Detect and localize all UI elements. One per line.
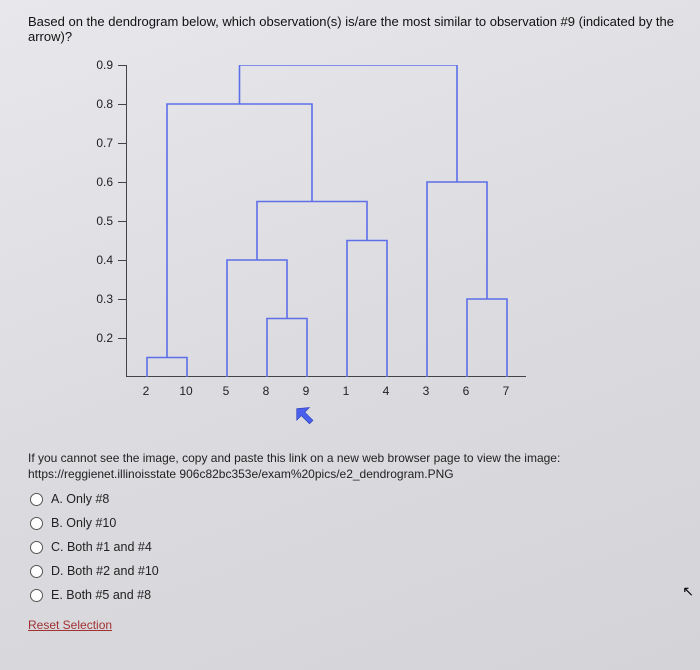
y-tick-label: 0.2 [96,331,113,345]
x-leaf-label: 2 [136,384,156,398]
x-leaf-label: 4 [376,384,396,398]
option-label: A. Only #8 [51,492,109,506]
option-label: D. Both #2 and #10 [51,564,159,578]
x-leaf-label: 1 [336,384,356,398]
option-label: E. Both #5 and #8 [51,588,151,602]
y-tick-label: 0.4 [96,253,113,267]
reset-selection-link[interactable]: Reset Selection [28,618,112,632]
x-leaf-label: 8 [256,384,276,398]
option-a[interactable]: A. Only #8 [30,492,682,506]
option-b[interactable]: B. Only #10 [30,516,682,530]
cursor-icon: ↖ [682,583,694,600]
option-c[interactable]: C. Both #1 and #4 [30,540,682,554]
x-leaf-label: 5 [216,384,236,398]
x-leaf-label: 6 [456,384,476,398]
plot-area [126,65,526,377]
radio-icon [30,493,43,506]
x-leaf-label: 3 [416,384,436,398]
radio-icon [30,589,43,602]
x-leaf-label: 10 [176,384,196,398]
option-d[interactable]: D. Both #2 and #10 [30,564,682,578]
radio-icon [30,517,43,530]
x-leaf-label: 9 [296,384,316,398]
y-tick-label: 0.6 [96,175,113,189]
image-fallback-hint: If you cannot see the image, copy and pa… [28,450,682,482]
x-leaf-label: 7 [496,384,516,398]
y-tick-label: 0.3 [96,292,113,306]
question-text: Based on the dendrogram below, which obs… [28,14,682,44]
y-tick-label: 0.7 [96,136,113,150]
option-e[interactable]: E. Both #5 and #8 [30,588,682,602]
y-tick-label: 0.9 [96,58,113,72]
dendrogram-chart: 0.90.80.70.60.50.40.30.2 21058914367 [63,62,543,432]
option-label: B. Only #10 [51,516,116,530]
option-label: C. Both #1 and #4 [51,540,152,554]
arrow-icon [292,404,320,432]
radio-icon [30,565,43,578]
radio-icon [30,541,43,554]
answer-options: A. Only #8 B. Only #10 C. Both #1 and #4… [30,492,682,602]
y-tick-label: 0.8 [96,97,113,111]
y-tick-label: 0.5 [96,214,113,228]
